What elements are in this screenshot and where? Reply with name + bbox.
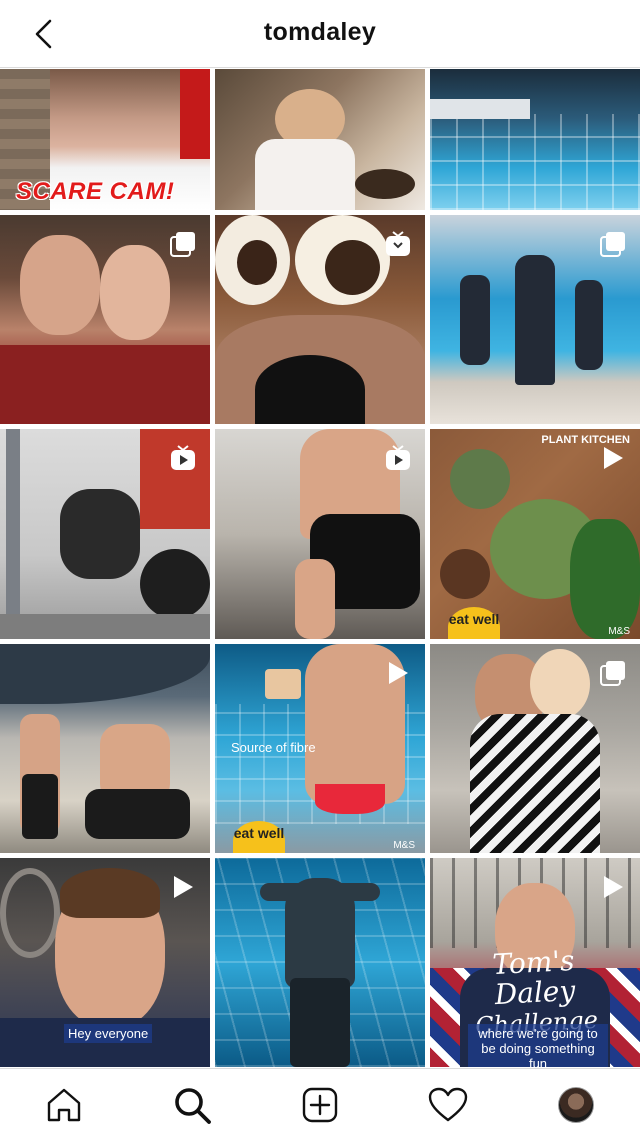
grid-tile[interactable]: [0, 644, 210, 853]
ms-label: M&S: [393, 840, 415, 851]
grid-tile[interactable]: [215, 429, 425, 639]
carousel-icon: [598, 229, 628, 259]
tab-activity[interactable]: [426, 1083, 470, 1127]
top-bar: tomdaley: [0, 0, 640, 68]
play-icon: [383, 658, 413, 688]
tab-new-post[interactable]: [298, 1083, 342, 1127]
play-icon: [598, 443, 628, 473]
page-title: tomdaley: [263, 18, 377, 46]
carousel-icon: [598, 658, 628, 688]
eat-well-logo: eat well: [233, 821, 285, 853]
search-icon: [175, 1088, 211, 1124]
bottom-tab-bar: [0, 1068, 640, 1138]
grid-tile[interactable]: [0, 429, 210, 639]
tab-home[interactable]: [42, 1083, 86, 1127]
igtv-icon: [383, 443, 413, 473]
tab-search[interactable]: [170, 1083, 214, 1127]
challenge-title-text: Tom's Daley: [491, 943, 577, 1012]
tile-caption: Source of fibre: [231, 740, 316, 755]
grid-tile[interactable]: Tom's Daley Challenge where we're going …: [430, 858, 640, 1067]
play-icon: [168, 872, 198, 902]
tile-caption: Hey everyone: [64, 1024, 153, 1043]
heart-icon: [428, 1087, 468, 1122]
grid-tile[interactable]: PLANT KITCHEN eat well M&S: [430, 429, 640, 639]
grid-tile[interactable]: [215, 215, 425, 424]
igtv-icon: [383, 229, 413, 259]
tile-caption: where we're going to be doing something …: [468, 1024, 608, 1067]
eat-well-logo: eat well: [448, 607, 500, 639]
igtv-icon: [168, 443, 198, 473]
grid-tile[interactable]: [430, 69, 640, 210]
grid-tile[interactable]: [430, 644, 640, 853]
tab-profile[interactable]: [554, 1083, 598, 1127]
grid-tile[interactable]: Hey everyone: [0, 858, 210, 1067]
plus-square-icon: [302, 1087, 338, 1123]
grid-tile[interactable]: [430, 215, 640, 424]
tile-caption: SCARE CAM!: [16, 178, 175, 205]
avatar: [558, 1087, 594, 1123]
play-icon: [598, 872, 628, 902]
grid-tile[interactable]: [215, 69, 425, 210]
carousel-icon: [168, 229, 198, 259]
grid-tile[interactable]: [0, 215, 210, 424]
grid-tile[interactable]: SCARE CAM!: [0, 69, 210, 210]
ms-label: M&S: [608, 626, 630, 637]
home-icon: [47, 1088, 81, 1122]
grid-tile[interactable]: Source of fibre eat well M&S: [215, 644, 425, 853]
grid-tile[interactable]: [215, 858, 425, 1067]
